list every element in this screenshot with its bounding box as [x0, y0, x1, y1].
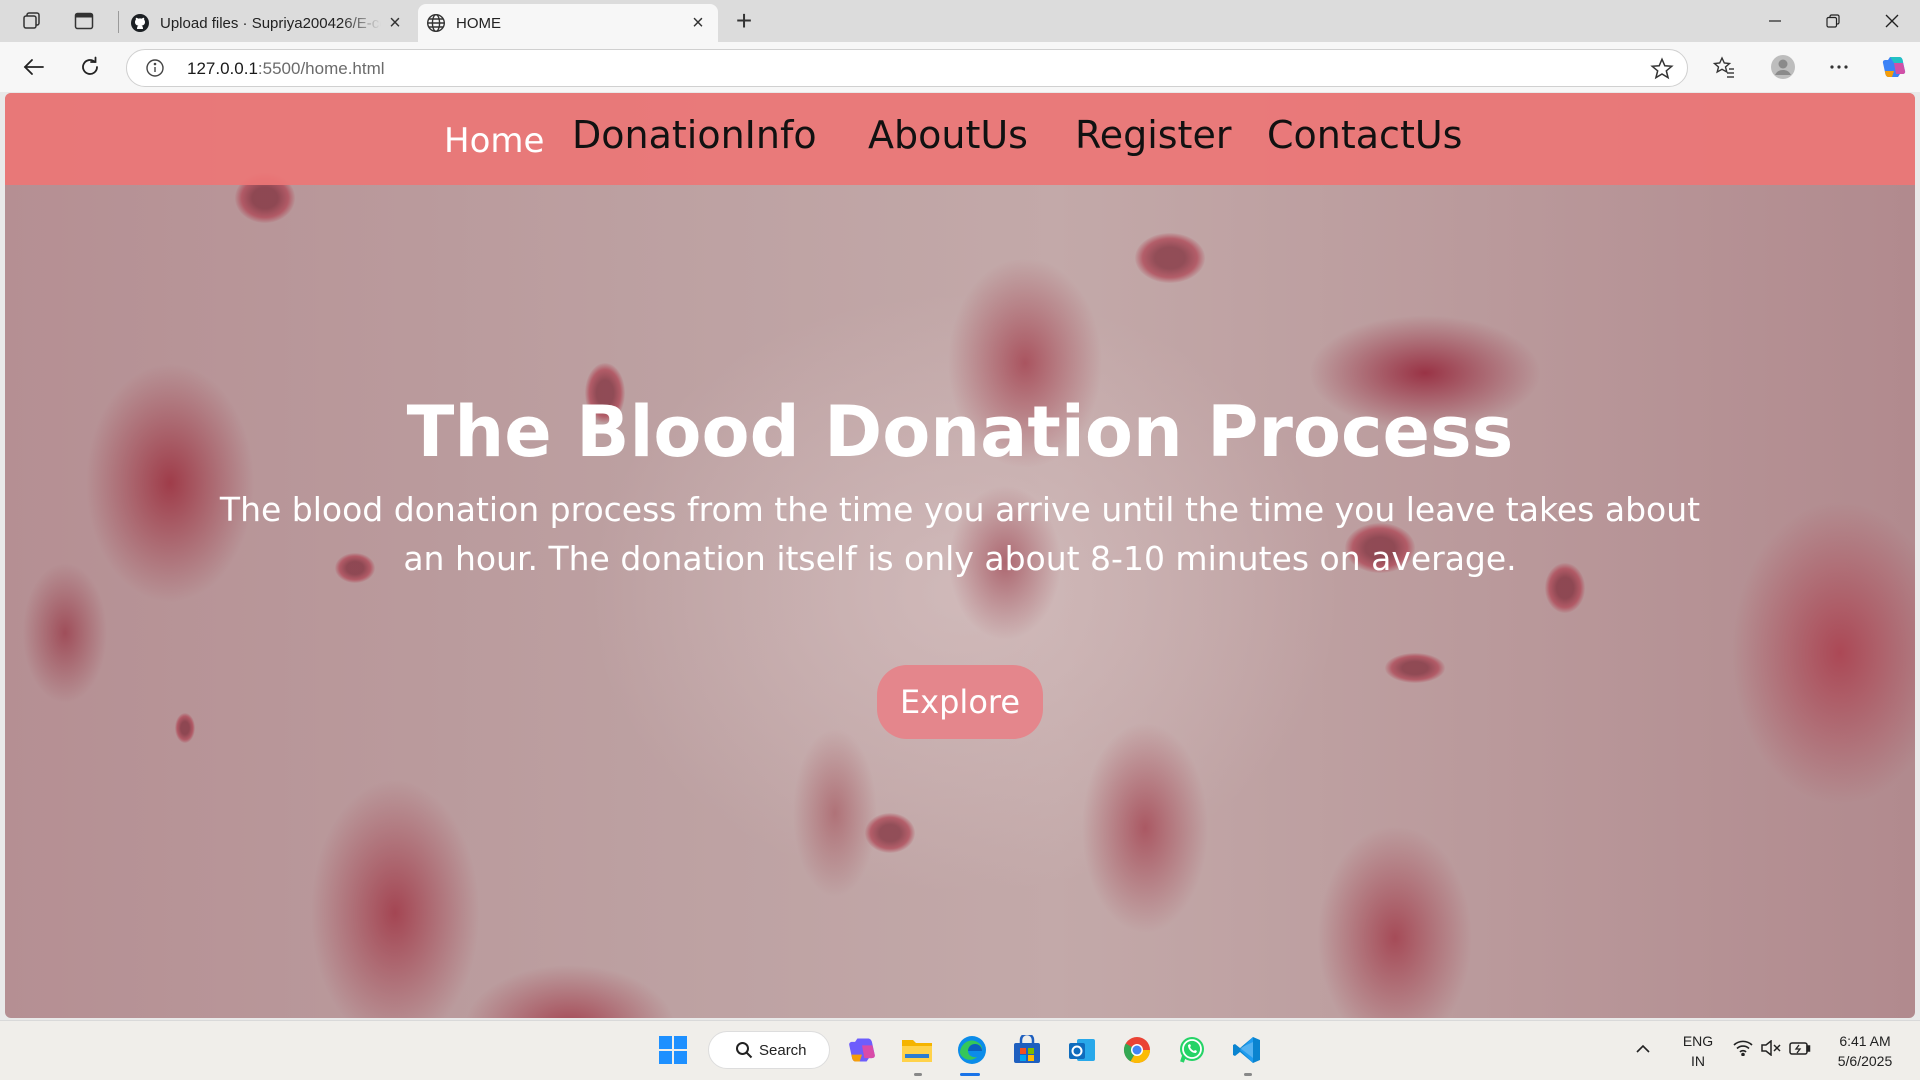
- profile-avatar-icon[interactable]: [1766, 51, 1800, 83]
- site-info-icon[interactable]: [145, 58, 165, 78]
- windows-taskbar: Search ENG IN 6:41 AM 5/6/2025: [0, 1020, 1920, 1080]
- search-label: Search: [759, 1041, 807, 1059]
- outlook-icon[interactable]: [1063, 1031, 1101, 1069]
- more-options-icon[interactable]: [1822, 51, 1856, 83]
- taskbar-search[interactable]: Search: [708, 1031, 830, 1069]
- address-bar[interactable]: 127.0.0.1:5500/home.html: [126, 49, 1688, 87]
- blood-cell-image: [1385, 653, 1445, 683]
- clock[interactable]: 6:41 AM 5/6/2025: [1830, 1031, 1900, 1071]
- date-label: 5/6/2025: [1837, 1053, 1893, 1069]
- tab-home[interactable]: HOME ×: [418, 4, 718, 42]
- workspaces-icon[interactable]: [16, 6, 48, 36]
- blood-cell-image: [1135, 233, 1205, 283]
- wifi-icon[interactable]: [1733, 1040, 1753, 1061]
- favorites-icon[interactable]: [1707, 51, 1741, 83]
- hero-title: The Blood Donation Process: [406, 391, 1514, 473]
- copilot-icon[interactable]: [1877, 51, 1911, 83]
- copilot-app-icon[interactable]: [843, 1031, 881, 1069]
- minimize-icon[interactable]: [1747, 0, 1803, 42]
- whatsapp-icon[interactable]: [1173, 1031, 1211, 1069]
- time-label: 6:41 AM: [1839, 1033, 1891, 1049]
- new-tab-icon[interactable]: +: [728, 5, 760, 36]
- tab-actions-icon[interactable]: [68, 6, 100, 36]
- blood-cell-image: [865, 813, 915, 853]
- refresh-icon[interactable]: [73, 51, 107, 83]
- nav-link-home[interactable]: Home: [444, 121, 544, 161]
- nav-link-contactus[interactable]: ContactUs: [1267, 113, 1462, 157]
- restore-icon[interactable]: [1805, 0, 1861, 42]
- search-icon: [735, 1041, 753, 1059]
- tab-title: HOME: [456, 14, 501, 32]
- page-viewport: Home DonationInfo AboutUs Register Conta…: [5, 93, 1915, 1018]
- site-navigation-bar: Home DonationInfo AboutUs Register Conta…: [5, 93, 1915, 185]
- github-icon: [130, 13, 150, 33]
- back-arrow-icon[interactable]: [17, 51, 51, 83]
- explore-button[interactable]: Explore: [877, 665, 1043, 739]
- hero-description: The blood donation process from the time…: [219, 490, 1701, 578]
- speaker-muted-icon[interactable]: [1761, 1039, 1781, 1061]
- vscode-icon[interactable]: [1228, 1031, 1266, 1069]
- blood-cell-image: [175, 713, 195, 743]
- tab-title: Upload files · Supriya200426/E-co: [160, 14, 381, 32]
- close-tab-icon[interactable]: ×: [684, 9, 712, 37]
- globe-icon: [426, 13, 446, 33]
- close-window-icon[interactable]: [1864, 0, 1920, 42]
- favorite-star-icon[interactable]: [1649, 56, 1675, 82]
- browser-toolbar: 127.0.0.1:5500/home.html: [0, 42, 1920, 92]
- nav-link-register[interactable]: Register: [1075, 113, 1231, 157]
- running-indicator: [1244, 1073, 1252, 1076]
- chrome-icon[interactable]: [1118, 1031, 1156, 1069]
- tab-upload-files[interactable]: Upload files · Supriya200426/E-co ×: [120, 4, 415, 42]
- microsoft-store-icon[interactable]: [1008, 1031, 1046, 1069]
- language-label: ENG: [1682, 1033, 1714, 1049]
- active-indicator: [960, 1073, 980, 1076]
- file-explorer-icon[interactable]: [898, 1031, 936, 1069]
- tab-separator: [118, 11, 119, 33]
- language-indicator[interactable]: ENG IN: [1680, 1031, 1716, 1071]
- windows-start-icon[interactable]: [654, 1031, 692, 1069]
- battery-icon[interactable]: [1789, 1040, 1811, 1061]
- url-text: 127.0.0.1:5500/home.html: [187, 59, 385, 78]
- nav-link-aboutus[interactable]: AboutUs: [868, 113, 1028, 157]
- close-tab-icon[interactable]: ×: [381, 9, 409, 37]
- region-label: IN: [1691, 1053, 1705, 1069]
- edge-browser-icon[interactable]: [953, 1031, 991, 1069]
- nav-link-donationinfo[interactable]: DonationInfo: [572, 113, 817, 157]
- running-indicator: [914, 1073, 922, 1076]
- show-hidden-icons-chevron-icon[interactable]: [1635, 1039, 1651, 1059]
- browser-tab-bar: Upload files · Supriya200426/E-co × HOME…: [0, 0, 1920, 42]
